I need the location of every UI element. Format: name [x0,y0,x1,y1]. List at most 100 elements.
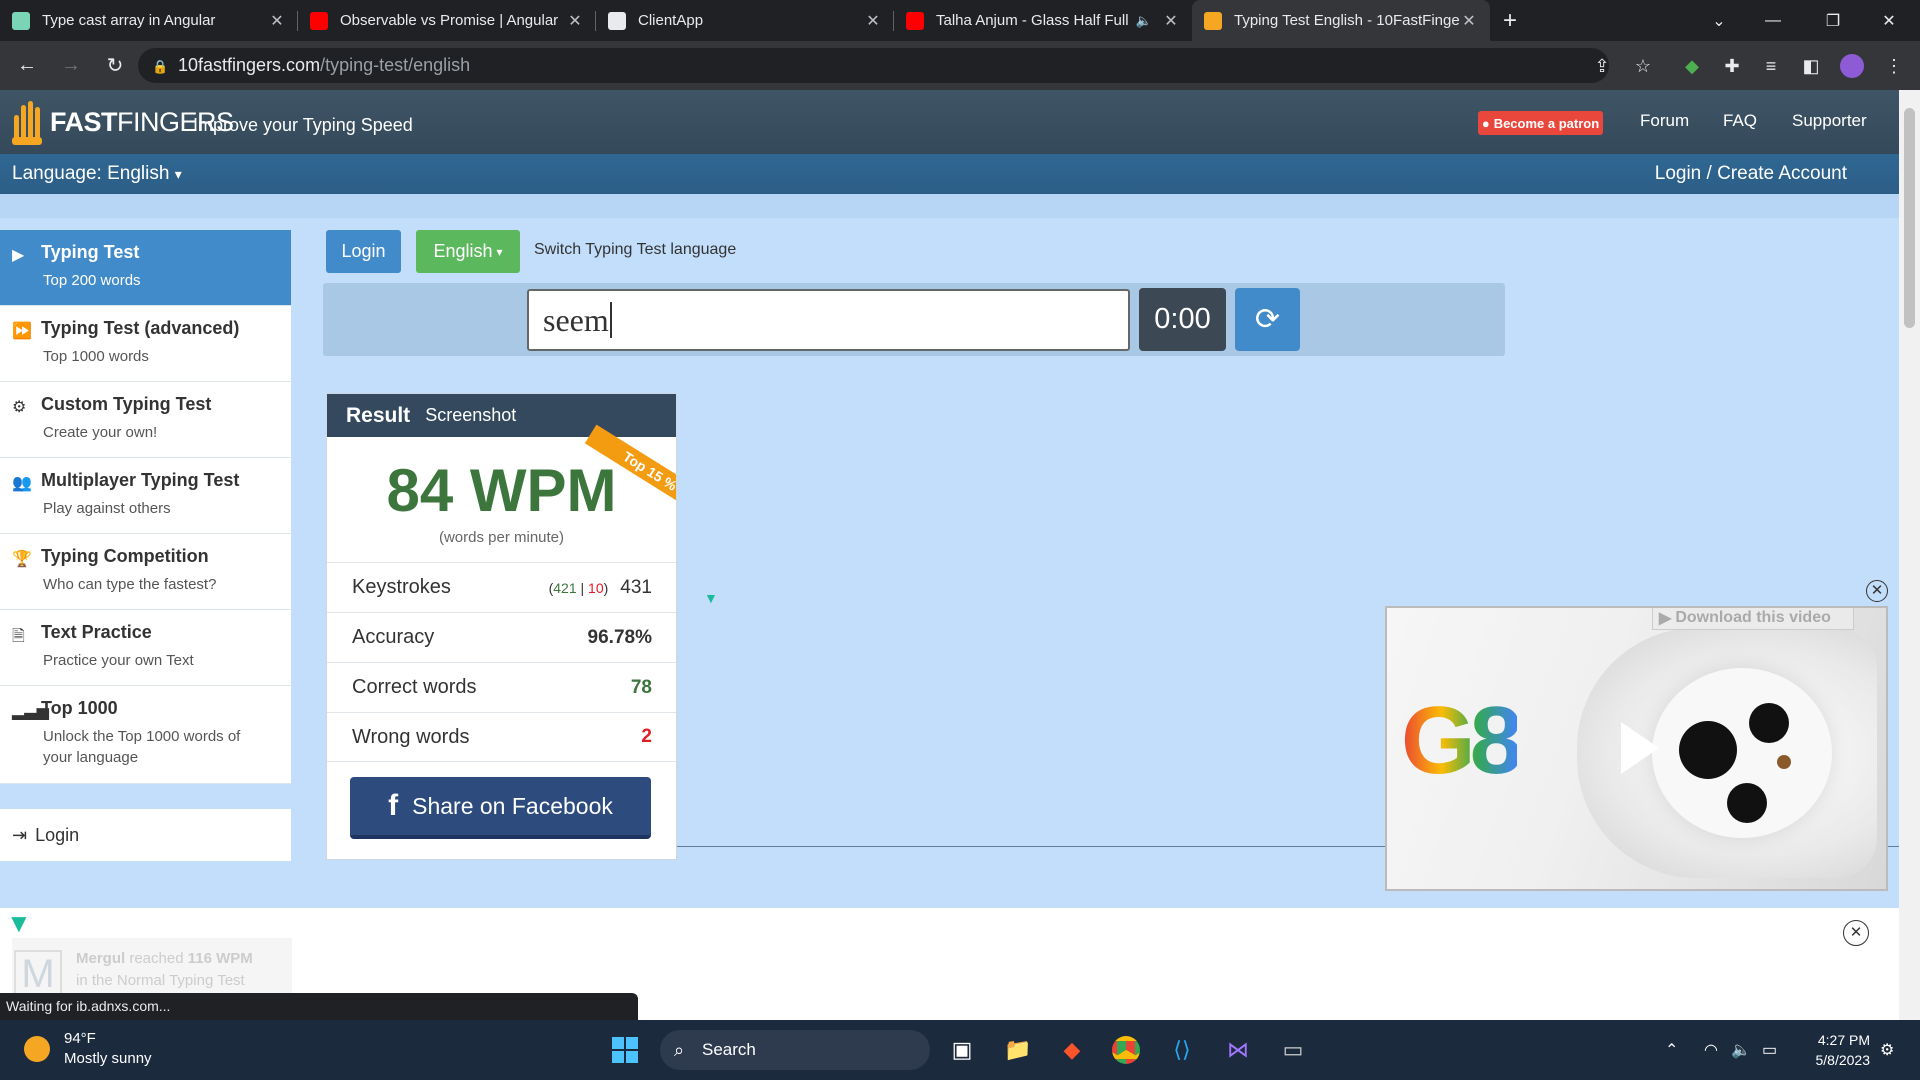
sidebar-item-typing-test-advanced[interactable]: ⏩ Typing Test (advanced) Top 1000 words [0,306,291,382]
browser-tab[interactable]: ClientApp ✕ [596,0,894,41]
typing-input[interactable]: seem [527,289,1130,351]
sidebar-item-subtitle: Practice your own Text [43,652,194,669]
taskbar-clock[interactable]: 4:27 PM 5/8/2023 [1795,1030,1871,1070]
close-window-button[interactable]: ✕ [1866,0,1912,41]
wifi-icon[interactable]: ◠ [1704,1040,1718,1060]
feed-context: in the Normal Typing Test [76,972,245,989]
minimize-button[interactable]: — [1750,0,1796,41]
nav-faq[interactable]: FAQ [1723,111,1757,131]
sidebar-item-subtitle: Who can type the fastest? [43,576,217,593]
new-tab-button[interactable]: + [1490,0,1530,41]
sidebar-item-top-1000[interactable]: ▂▃▅ Top 1000 Unlock the Top 1000 words o… [0,686,291,784]
task-view-icon[interactable]: ▣ [942,1030,982,1070]
browser-tab[interactable]: Type cast array in Angular ✕ [0,0,298,41]
sidebar-item-typing-test[interactable]: ▶ Typing Test Top 200 words [0,230,291,306]
share-facebook-button[interactable]: f Share on Facebook [350,777,651,839]
menu-kebab-icon[interactable]: ⋮ [1880,52,1908,80]
sidebar-item-text-practice[interactable]: 🗎 Text Practice Practice your own Text [0,610,291,686]
sidebar-item-multiplayer[interactable]: 👥 Multiplayer Typing Test Play against o… [0,458,291,534]
browser-tab[interactable]: Observable vs Promise | Angular ✕ [298,0,596,41]
terminal-icon[interactable]: ▭ [1273,1030,1313,1070]
scrollbar-thumb[interactable] [1904,108,1915,328]
share-icon[interactable]: ⇪ [1588,52,1616,80]
camera-lens [1679,721,1737,779]
file-explorer-icon[interactable]: 📁 [998,1030,1038,1070]
tab-title: Observable vs Promise | Angular [340,12,559,29]
camera-flash [1777,755,1791,769]
login-button[interactable]: Login [326,230,401,273]
sidebar-item-subtitle: Top 200 words [43,272,141,289]
search-icon: ⌕ [674,1039,685,1060]
forward-icon[interactable]: → [53,48,89,84]
language-bar: Language: English ▾ Login / Create Accou… [0,154,1899,194]
wpm-value: 84 WPM [386,457,617,524]
browser-tab[interactable]: Talha Anjum - Glass Half Full 🔈 ✕ [894,0,1192,41]
extension-icon[interactable]: ◆ [1678,52,1706,80]
notification-icon[interactable]: ⚙ [1880,1040,1894,1060]
page-scrollbar[interactable] [1899,90,1920,1020]
profile-avatar[interactable] [1838,52,1866,80]
sidebar-item-title: Multiplayer Typing Test [41,470,240,490]
chevron-up-icon[interactable]: ⌃ [1665,1040,1678,1060]
sidebar-item-login[interactable]: ⇥ Login [0,809,291,861]
nav-forum[interactable]: Forum [1640,111,1689,131]
reload-icon[interactable]: ↻ [97,48,133,84]
taskbar-search[interactable]: ⌕ Search [660,1030,930,1070]
battery-icon[interactable]: ▭ [1762,1040,1777,1060]
login-create-account-link[interactable]: Login / Create Account [1655,163,1847,185]
visual-studio-icon[interactable]: ⋈ [1218,1030,1258,1070]
back-icon[interactable]: ← [9,48,45,84]
vscode-icon[interactable]: ⟨⟩ [1162,1030,1202,1070]
feed-close-icon[interactable]: ✕ [1843,920,1869,946]
brave-browser-icon[interactable]: ◆ [1052,1030,1092,1070]
sidebar: ▶ Typing Test Top 200 words ⏩ Typing Tes… [0,230,291,784]
restore-button[interactable]: ❐ [1810,0,1856,41]
tab-close-icon[interactable]: ✕ [1460,11,1478,31]
stat-label: Keystrokes [352,576,451,598]
volume-icon[interactable]: 🔈 [1731,1040,1751,1060]
become-patron-button[interactable]: ● Become a patron [1478,111,1603,135]
tab-close-icon[interactable]: ✕ [268,11,286,31]
page-favicon-icon [608,11,626,30]
download-video-button[interactable]: ▶ Download this video [1652,608,1854,630]
side-panel-icon[interactable]: ◧ [1797,52,1825,80]
youtube-favicon-icon [310,11,328,30]
windows-start-icon[interactable] [605,1030,645,1070]
video-ad[interactable]: G8 ▶ Download this video [1385,606,1888,891]
refresh-icon: ⟳ [1254,303,1281,336]
sun-icon [24,1036,50,1062]
language-selector[interactable]: Language: English ▾ [12,163,182,185]
sidebar-item-competition[interactable]: 🏆 Typing Competition Who can type the fa… [0,534,291,610]
temperature: 94°F [64,1030,96,1047]
screenshot-tab[interactable]: Screenshot [425,405,516,426]
stat-label: Correct words [352,676,477,698]
ad-close-icon[interactable]: ✕ [1866,580,1888,602]
nav-supporter[interactable]: Supporter [1792,111,1867,131]
sidebar-item-title: Top 1000 [41,698,118,718]
tab-close-icon[interactable]: ✕ [566,11,584,31]
sidebar-item-custom-typing-test[interactable]: ⚙ Custom Typing Test Create your own! [0,382,291,458]
caret-down-icon: ▾ [496,244,503,259]
tab-close-icon[interactable]: ✕ [864,11,882,31]
language-dropdown-button[interactable]: English ▾ [416,230,520,273]
chrome-icon[interactable] [1106,1030,1146,1070]
tab-audio-icon[interactable]: 🔈 [1136,13,1152,29]
tab-close-icon[interactable]: ✕ [1162,11,1180,31]
camera-lens [1727,783,1767,823]
sidebar-login-label: Login [35,824,80,845]
sidebar-item-subtitle: Unlock the Top 1000 words of your langua… [43,728,241,766]
reload-test-button[interactable]: ⟳ [1235,288,1300,351]
media-control-icon[interactable]: ≡ [1757,52,1785,80]
keystrokes-total: 431 [620,576,652,598]
tab-search-icon[interactable]: ⌄ [1696,0,1742,41]
sidebar-item-title: Typing Test [41,242,140,262]
users-icon: 👥 [12,475,32,492]
result-title: Result [346,403,411,427]
address-bar[interactable]: 🔒 10fastfingers.com/typing-test/english [138,48,1609,83]
bookmark-star-icon[interactable]: ☆ [1629,52,1657,80]
browser-tab-active[interactable]: Typing Test English - 10FastFinge ✕ [1192,0,1490,41]
timer: 0:00 [1139,288,1226,351]
chevron-down-icon: ▾ [174,166,182,182]
fast-forward-icon: ⏩ [12,323,32,340]
puzzle-icon[interactable]: ✚ [1718,52,1746,80]
